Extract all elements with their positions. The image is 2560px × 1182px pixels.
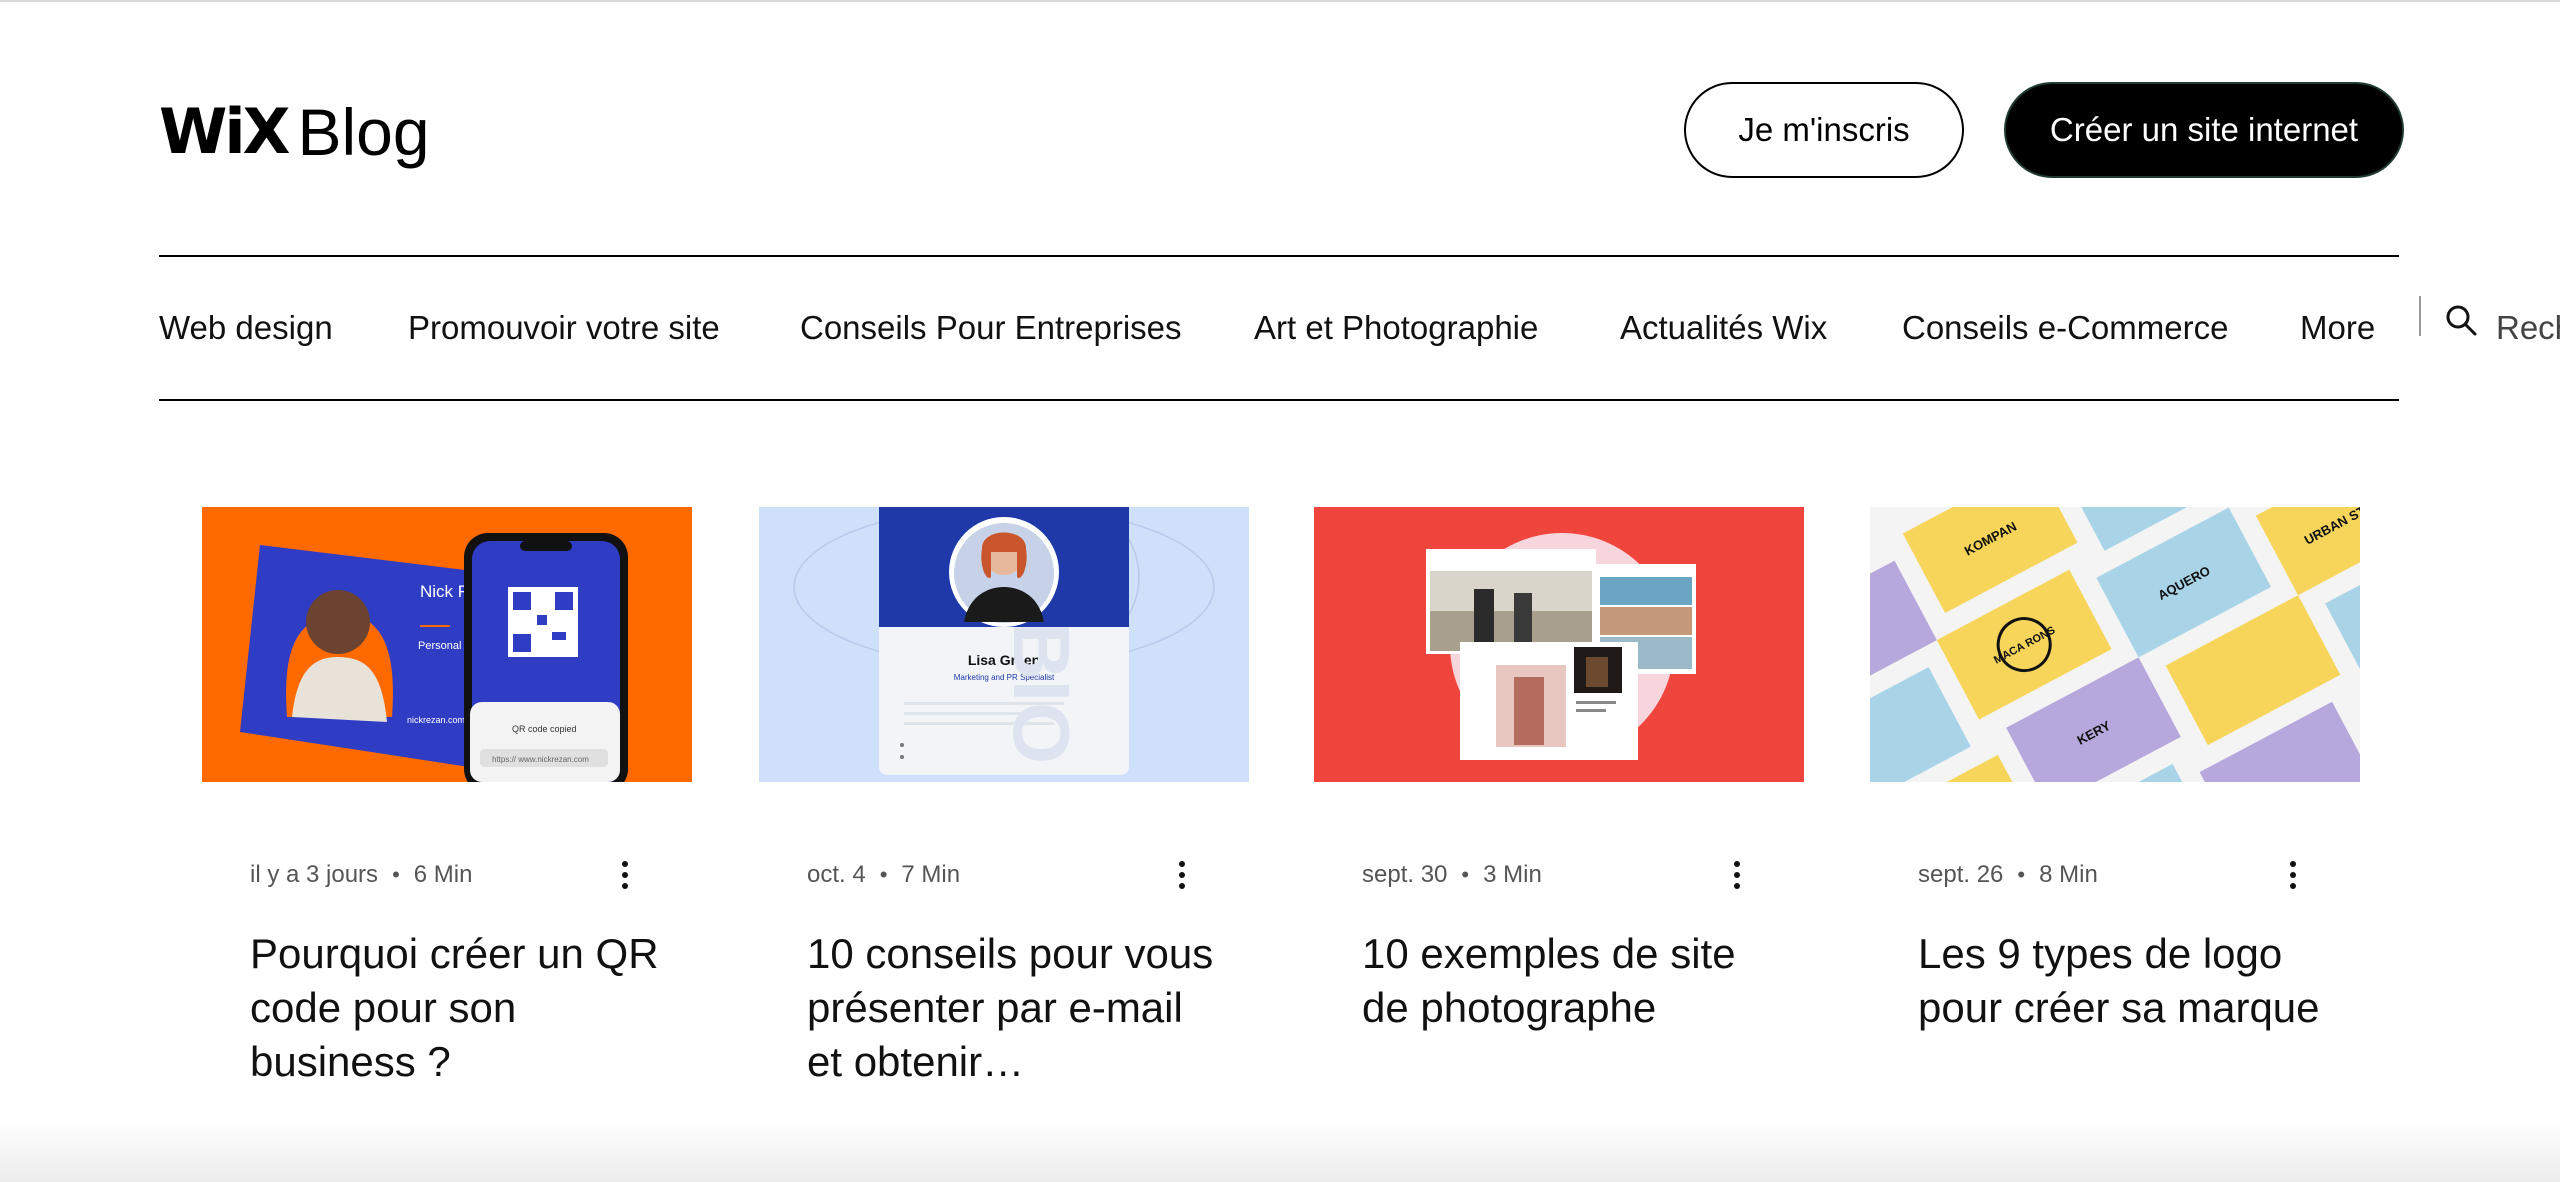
nav-item-art-photographie[interactable]: Art et Photographie xyxy=(1254,258,1538,398)
thumb1-site: nickrezan.com xyxy=(407,715,465,725)
post-thumbnail-2[interactable]: Lisa Green Marketing and PR Specialist B… xyxy=(759,507,1249,782)
post-title-4[interactable]: Les 9 types de logo pour créer sa marque xyxy=(1918,927,2338,1035)
meta-dot: • xyxy=(392,862,400,887)
nav-top-divider xyxy=(159,255,2399,257)
wix-blog-page: WiX Blog Je m'inscris Créer un site inte… xyxy=(0,0,2560,1182)
post-thumbnail-3[interactable] xyxy=(1314,507,1804,782)
logo-wix-text: WiX xyxy=(159,95,290,168)
qr-code-illustration: Nick Rezan Personal Stylist nickrezan.co… xyxy=(202,507,692,782)
post-title-1[interactable]: Pourquoi créer un QR code pour son busin… xyxy=(250,927,670,1089)
bio-card-illustration: Lisa Green Marketing and PR Specialist B… xyxy=(759,507,1249,782)
post-read-time: 6 Min xyxy=(413,861,473,888)
category-nav: Web design Promouvoir votre site Conseil… xyxy=(0,258,2560,398)
wix-blog-logo[interactable]: WiX Blog xyxy=(159,92,430,172)
more-options-icon[interactable] xyxy=(2278,855,2308,895)
post-title-2[interactable]: 10 conseils pour vous présenter par e-ma… xyxy=(807,927,1227,1089)
nav-item-promouvoir[interactable]: Promouvoir votre site xyxy=(408,258,720,398)
post-thumbnail-1[interactable]: Nick Rezan Personal Stylist nickrezan.co… xyxy=(202,507,692,782)
post-meta-1: il y a 3 jours • 6 Min xyxy=(250,855,472,895)
nav-item-web-design[interactable]: Web design xyxy=(159,258,333,398)
thumb1-toast: QR code copied xyxy=(512,724,577,734)
post-date: sept. 26 xyxy=(1918,861,2004,888)
post-date: oct. 4 xyxy=(807,861,866,888)
more-options-icon[interactable] xyxy=(1722,855,1752,895)
meta-dot: • xyxy=(2017,862,2026,887)
nav-item-ecommerce[interactable]: Conseils e-Commerce xyxy=(1902,258,2228,398)
post-title-3[interactable]: 10 exemples de site de photographe xyxy=(1362,927,1782,1035)
post-meta-2: oct. 4 • 7 Min xyxy=(807,855,960,895)
more-options-icon[interactable] xyxy=(1167,855,1197,895)
thumb1-url: https:// www.nickrezan.com xyxy=(492,755,589,764)
bottom-shadow xyxy=(0,1120,2560,1182)
post-date: il y a 3 jours xyxy=(250,861,379,888)
post-date: sept. 30 xyxy=(1362,861,1448,888)
top-border xyxy=(0,0,2560,2)
post-read-time: 3 Min xyxy=(1483,861,1542,888)
meta-dot: • xyxy=(1461,862,1470,887)
signup-button[interactable]: Je m'inscris xyxy=(1684,82,1964,178)
meta-dot: • xyxy=(879,862,888,887)
search-icon[interactable] xyxy=(2443,302,2479,338)
search-input[interactable]: Rech xyxy=(2496,258,2560,398)
nav-item-more[interactable]: More xyxy=(2300,258,2375,398)
nav-separator xyxy=(2419,296,2421,336)
thumb2-watermark: BIO xyxy=(997,622,1086,764)
logo-blog-text: Blog xyxy=(297,95,430,169)
more-options-icon[interactable] xyxy=(610,855,640,895)
logo-cards-illustration: MACA RONS KOMPAN AQUERO URBAN STOR KERY xyxy=(1870,507,2360,782)
nav-item-actualites-wix[interactable]: Actualités Wix xyxy=(1620,258,1827,398)
photographer-sites-illustration xyxy=(1314,507,1804,782)
post-thumbnail-4[interactable]: MACA RONS KOMPAN AQUERO URBAN STOR KERY xyxy=(1870,507,2360,782)
post-read-time: 7 Min xyxy=(901,861,961,888)
create-site-button[interactable]: Créer un site internet xyxy=(2004,82,2404,178)
nav-item-conseils-entreprises[interactable]: Conseils Pour Entreprises xyxy=(800,258,1182,398)
nav-bottom-divider xyxy=(159,399,2399,401)
post-read-time: 8 Min xyxy=(2039,861,2098,888)
post-meta-4: sept. 26 • 8 Min xyxy=(1918,855,2098,895)
post-meta-3: sept. 30 • 3 Min xyxy=(1362,855,1542,895)
